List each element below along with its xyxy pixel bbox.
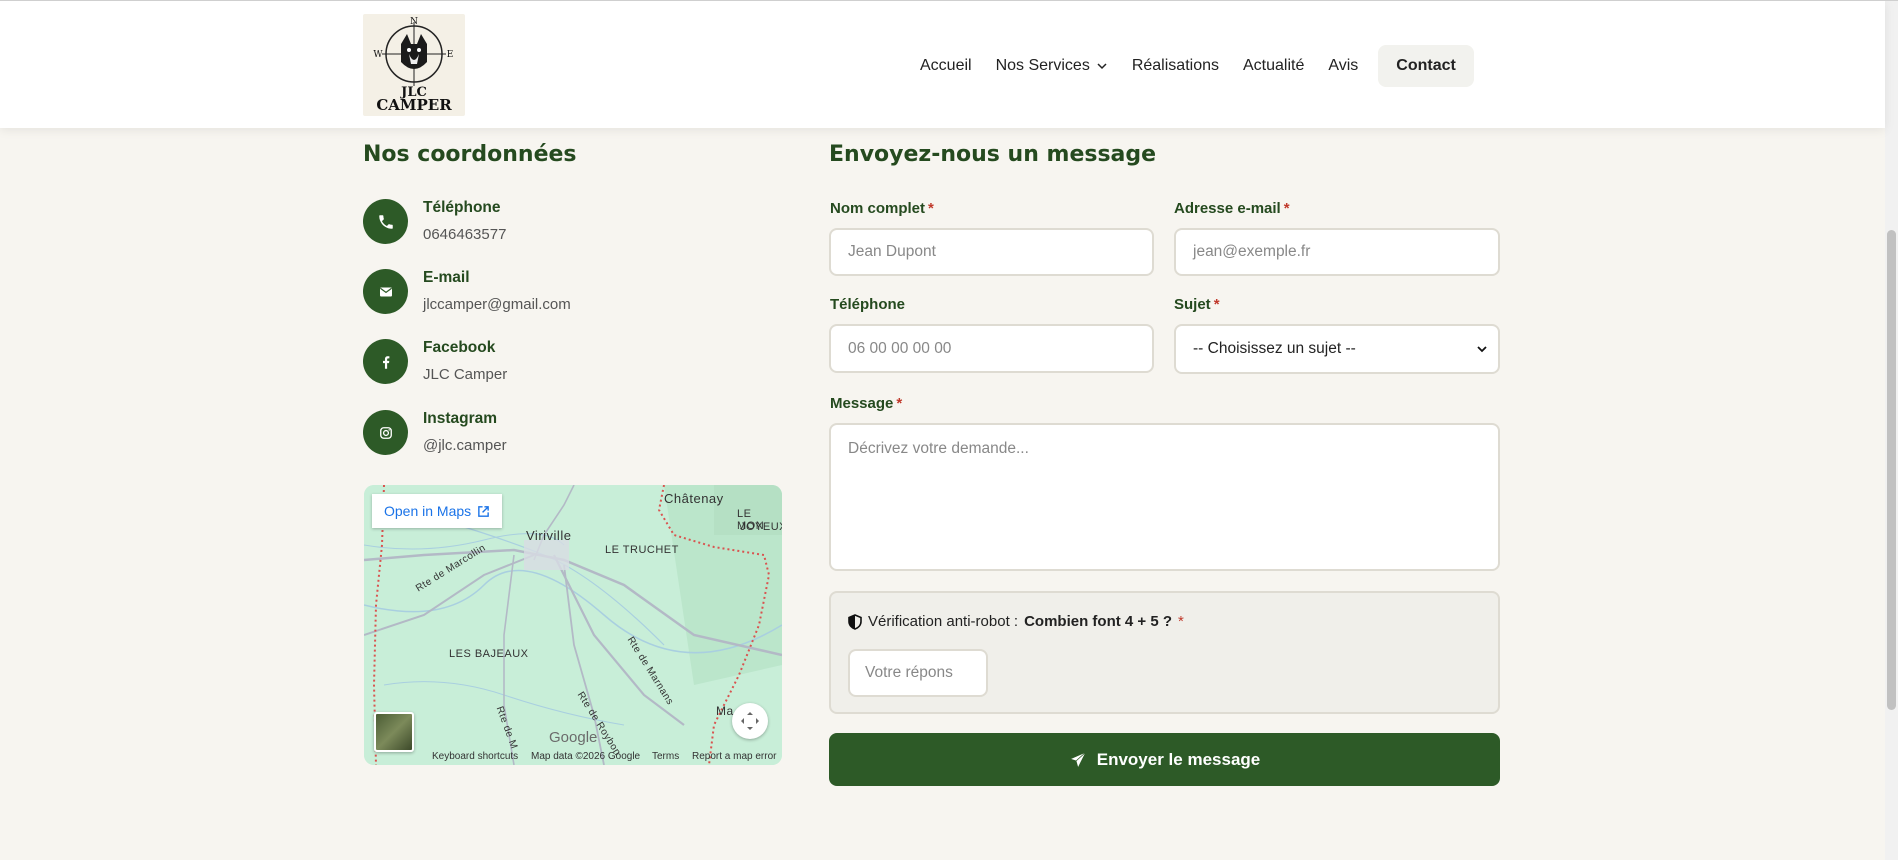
map-place-les-bajeaux: LES BAJEAUX — [449, 648, 529, 660]
required-mark: * — [1283, 200, 1290, 217]
compass-n: N — [410, 17, 418, 27]
required-mark: * — [1178, 613, 1184, 630]
contact-instagram-label: Instagram — [423, 410, 498, 427]
chevron-down-icon — [1477, 346, 1487, 353]
nav-avis-label: Avis — [1328, 57, 1359, 74]
logo-graphic: N W E JLC CAMPER — [373, 17, 454, 114]
required-mark: * — [1213, 296, 1220, 313]
jlc-camper-logo[interactable]: N W E JLC CAMPER — [363, 14, 465, 116]
compass-e: E — [447, 50, 454, 60]
google-map[interactable]: Open in Maps Châtenay LE MON JOYEUX Viri… — [364, 485, 782, 765]
open-in-maps-label: Open in Maps — [384, 503, 472, 519]
logo-text-camper: CAMPER — [376, 96, 452, 114]
contact-email-value[interactable]: jlccamper@gmail.com — [423, 296, 571, 313]
map-place-chatenay: Châtenay — [664, 491, 724, 506]
contact-instagram: Instagram @jlc.camper — [363, 410, 783, 460]
nav-realisations-label: Réalisations — [1131, 57, 1219, 74]
submit-button[interactable]: Envoyer le message — [829, 733, 1500, 786]
message-label: Message * — [830, 395, 902, 412]
subject-label: Sujet * — [1174, 296, 1220, 313]
site-header: N W E JLC CAMPER Accueil Nos Services Ré… — [0, 1, 1885, 128]
contact-facebook: Facebook JLC Camper — [363, 339, 783, 389]
contact-facebook-label: Facebook — [423, 339, 496, 356]
subject-selected-value: -- Choisissez un sujet -- — [1193, 340, 1356, 357]
map-data-credit: Map data ©2026 Google — [531, 751, 641, 762]
coordonnees-title: Nos coordonnées — [363, 142, 577, 167]
form-title: Envoyez-nous un message — [829, 142, 1157, 167]
map-place-joyeux: JOYEUX — [740, 521, 782, 533]
phone-icon — [363, 199, 408, 244]
name-label: Nom complet * — [830, 200, 934, 217]
nav-accueil[interactable]: Accueil — [908, 45, 984, 87]
google-logo: Google — [549, 729, 598, 746]
mail-icon — [363, 269, 408, 314]
page-scrollbar[interactable] — [1885, 0, 1898, 860]
map-place-ma: Ma — [716, 704, 734, 718]
map-place-viriville: Viriville — [526, 528, 572, 543]
contact-phone-value[interactable]: 0646463577 — [423, 226, 506, 243]
nav-contact[interactable]: Contact — [1378, 45, 1474, 87]
nav-actualite[interactable]: Actualité — [1231, 45, 1316, 87]
captcha-question: Combien font 4 + 5 ? — [1024, 613, 1173, 630]
contact-facebook-value[interactable]: JLC Camper — [423, 366, 507, 383]
nav-nos-services[interactable]: Nos Services — [984, 45, 1120, 87]
name-input[interactable]: Jean Dupont — [829, 228, 1154, 276]
move-arrows-icon — [741, 712, 759, 730]
open-in-maps-link[interactable]: Open in Maps — [372, 494, 503, 528]
top-border — [0, 0, 1898, 1]
email-input[interactable]: jean@exemple.fr — [1174, 228, 1500, 276]
message-placeholder: Décrivez votre demande... — [848, 440, 1029, 457]
shield-icon — [848, 613, 862, 630]
map-camera-control[interactable] — [732, 703, 768, 739]
captcha-box: Vérification anti-robot : Combien font 4… — [829, 591, 1500, 714]
nav-accueil-label: Accueil — [920, 57, 972, 74]
contact-email: E-mail jlccamper@gmail.com — [363, 269, 783, 319]
phone-label-text: Téléphone — [830, 296, 906, 313]
subject-label-text: Sujet — [1174, 296, 1211, 313]
captcha-input[interactable]: Votre répons — [848, 649, 988, 697]
subject-select[interactable]: -- Choisissez un sujet -- — [1174, 324, 1500, 374]
name-label-text: Nom complet — [830, 200, 926, 217]
required-mark: * — [896, 395, 903, 412]
captcha-label-text: Vérification anti-robot : — [868, 613, 1019, 630]
nav-actualite-label: Actualité — [1242, 57, 1305, 74]
nav-contact-label: Contact — [1396, 57, 1456, 74]
compass-w: W — [373, 50, 383, 60]
message-label-text: Message — [830, 395, 894, 412]
nav-realisations[interactable]: Réalisations — [1120, 45, 1231, 87]
email-label: Adresse e-mail * — [1174, 200, 1290, 217]
phone-input[interactable]: 06 00 00 00 00 — [829, 324, 1154, 373]
external-link-icon — [478, 505, 490, 517]
scrollbar-thumb[interactable] — [1887, 230, 1896, 710]
phone-label: Téléphone — [830, 296, 905, 313]
nav-nos-services-label: Nos Services — [995, 57, 1090, 74]
required-mark: * — [928, 200, 934, 217]
message-textarea[interactable]: Décrivez votre demande... — [829, 423, 1500, 571]
contact-phone: Téléphone 0646463577 — [363, 199, 783, 249]
contact-instagram-value[interactable]: @jlc.camper — [423, 437, 507, 454]
nav-avis[interactable]: Avis — [1316, 45, 1370, 87]
email-label-text: Adresse e-mail — [1174, 200, 1281, 217]
paper-plane-icon — [1068, 750, 1087, 769]
map-place-le-truchet: LE TRUCHET — [605, 544, 679, 556]
main-nav: Accueil Nos Services Réalisations Actual… — [908, 45, 1474, 87]
contact-phone-label: Téléphone — [423, 199, 501, 216]
submit-label: Envoyer le message — [1096, 749, 1261, 769]
contact-email-label: E-mail — [423, 269, 470, 286]
map-report-error[interactable]: Report a map error — [692, 751, 776, 762]
satellite-toggle[interactable] — [374, 712, 414, 752]
chevron-down-icon — [1097, 63, 1107, 70]
facebook-icon — [363, 339, 408, 384]
map-keyboard-shortcuts[interactable]: Keyboard shortcuts — [432, 751, 518, 762]
captcha-label: Vérification anti-robot : Combien font 4… — [848, 613, 1184, 630]
map-footer: Keyboard shortcuts Map data ©2026 Google… — [364, 749, 782, 765]
instagram-icon — [363, 410, 408, 455]
map-terms[interactable]: Terms — [652, 751, 679, 762]
